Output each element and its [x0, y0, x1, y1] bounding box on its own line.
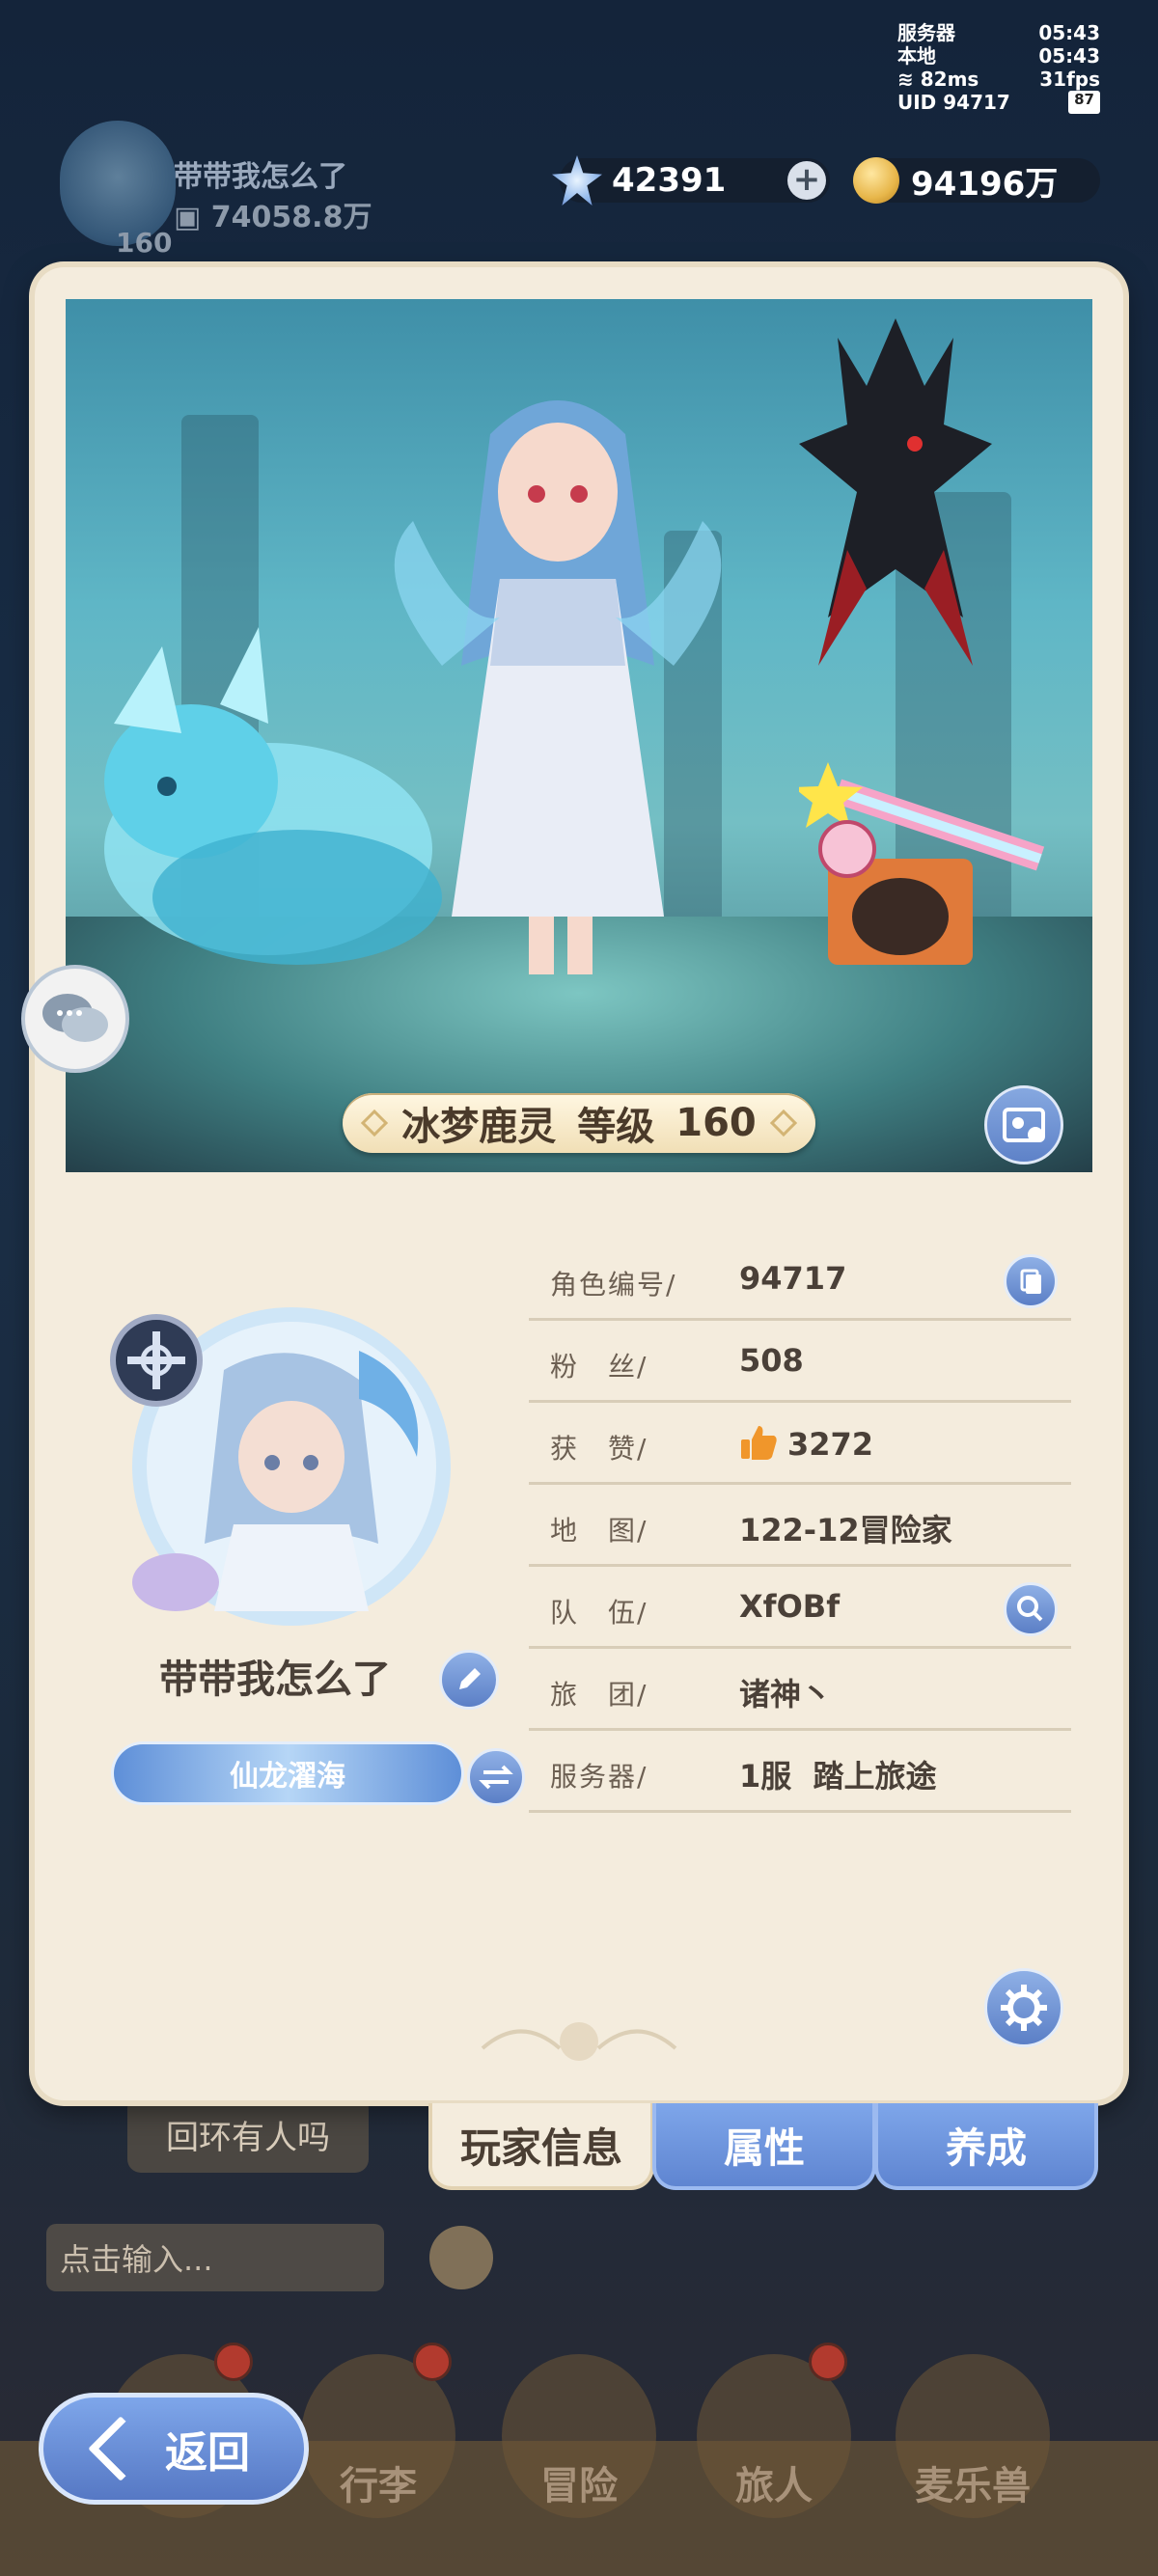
diamond-ornament-icon	[361, 1109, 389, 1137]
level-label: 等级	[577, 1105, 655, 1149]
title-badge-label: 仙龙濯海	[230, 1760, 345, 1794]
nav-item-adventure[interactable]: 冒险	[502, 2354, 656, 2518]
info-row-likes: 获 赞/ 3272	[529, 1401, 1071, 1485]
info-row-team: 队 伍/ XfOBf	[529, 1565, 1071, 1649]
info-row-server: 服务器/ 1服 踏上旅途	[529, 1729, 1071, 1813]
info-row-guild: 旅 团/ 诸神丶	[529, 1647, 1071, 1731]
tab-growth[interactable]: 养成	[874, 2103, 1098, 2190]
copy-icon	[1020, 1269, 1041, 1294]
player-avatar-portrait[interactable]	[108, 1293, 475, 1640]
server-label: 服务器	[897, 21, 955, 44]
title-badge[interactable]: 仙龙濯海	[114, 1744, 461, 1802]
gold-amount: 94196万	[911, 164, 1059, 204]
info-label: 粉 丝/	[550, 1351, 648, 1383]
info-value: 508	[739, 1342, 804, 1379]
edit-name-button[interactable]	[439, 1650, 499, 1710]
likes-count: 3272	[787, 1426, 874, 1463]
character-level-plate: 冰梦鹿灵 等级 160	[343, 1093, 815, 1153]
gem-amount: 42391	[612, 161, 727, 200]
treasure-box-pet	[799, 762, 1045, 965]
swap-arrows-icon	[479, 1765, 513, 1790]
search-icon	[1017, 1596, 1043, 1622]
status-overlay: 服务器 05:43 本地 05:43 ≋ 82ms 31fps UID 94717 87	[897, 21, 1100, 114]
info-label: 角色编号/	[550, 1269, 677, 1301]
chat-input[interactable]: 点击输入...	[46, 2224, 384, 2291]
local-time: 05:43	[1038, 44, 1100, 68]
info-row-fans: 粉 丝/ 508	[529, 1319, 1071, 1403]
photo-card-button[interactable]	[984, 1085, 1063, 1165]
fps: 31fps	[1039, 68, 1100, 91]
server-time: 05:43	[1038, 21, 1100, 44]
gear-icon	[1001, 1985, 1047, 2031]
background-player-name: 带带我怎么了	[174, 160, 347, 194]
gem-icon	[552, 155, 602, 206]
uid: UID 94717	[897, 91, 1010, 114]
info-label: 旅 团/	[550, 1679, 648, 1711]
add-gems-button[interactable]: +	[787, 161, 826, 200]
chat-last-message[interactable]: 回环有人吗	[127, 2096, 369, 2173]
background-player-power: ▣ 74058.8万	[174, 201, 372, 234]
info-value: 1服 踏上旅途	[739, 1758, 937, 1795]
notification-dot	[809, 2343, 847, 2381]
diamond-ornament-icon	[769, 1109, 797, 1137]
card-footer-ornament	[481, 2022, 677, 2061]
info-label: 获 赞/	[550, 1433, 648, 1465]
gold-currency: 94196万	[853, 157, 1100, 204]
info-value: 94717	[739, 1260, 847, 1297]
battery-icon: 87	[1068, 91, 1100, 114]
player-name: 带带我怎么了	[159, 1658, 391, 1702]
character-name: 冰梦鹿灵	[401, 1105, 557, 1149]
background-player-power-value: 74058.8万	[210, 201, 372, 234]
tab-player-info[interactable]: 玩家信息	[428, 2103, 654, 2190]
player-character-sprite	[394, 400, 722, 974]
back-button[interactable]: 返回	[39, 2393, 309, 2505]
emoji-button[interactable]	[429, 2226, 493, 2289]
dark-bird-pet	[799, 318, 992, 666]
local-label: 本地	[897, 44, 936, 68]
settings-button[interactable]	[984, 1968, 1063, 2047]
pencil-icon	[459, 1668, 481, 1689]
info-label: 队 伍/	[550, 1597, 648, 1629]
info-value: 诸神丶	[739, 1676, 833, 1713]
copy-id-button[interactable]	[1004, 1254, 1058, 1308]
info-row-map: 地 图/ 122-12冒险家	[529, 1483, 1071, 1567]
notification-dot	[214, 2343, 253, 2381]
character-level: 160	[676, 1101, 757, 1145]
info-label: 地 图/	[550, 1515, 648, 1547]
gold-coin-icon	[853, 157, 899, 204]
info-value: 122-12冒险家	[739, 1512, 952, 1548]
ping: ≋ 82ms	[897, 68, 979, 91]
nav-item-pets[interactable]: 麦乐兽	[896, 2354, 1050, 2518]
chat-bubble-icon	[42, 994, 108, 1042]
info-value: XfOBf	[739, 1588, 841, 1625]
tab-attributes[interactable]: 属性	[652, 2103, 876, 2190]
back-label: 返回	[165, 2428, 250, 2478]
thumbs-up-icon[interactable]	[739, 1424, 778, 1461]
ping-value: 82ms	[920, 68, 979, 91]
character-showcase	[66, 299, 1092, 1172]
search-team-button[interactable]	[1004, 1582, 1058, 1636]
gem-currency: 42391 +	[552, 155, 830, 206]
chat-bubble-button[interactable]	[21, 965, 129, 1073]
info-row-role-id: 角色编号/ 94717	[529, 1237, 1071, 1321]
background-player-level: 160	[116, 227, 173, 259]
back-arrow-icon	[88, 2416, 153, 2481]
swap-title-button[interactable]	[467, 1748, 525, 1806]
wifi-icon: ≋	[897, 68, 914, 91]
info-label: 服务器/	[550, 1761, 648, 1793]
notification-dot	[413, 2343, 452, 2381]
photo-card-icon	[1003, 1108, 1045, 1142]
info-value-likes: 3272	[739, 1424, 873, 1463]
